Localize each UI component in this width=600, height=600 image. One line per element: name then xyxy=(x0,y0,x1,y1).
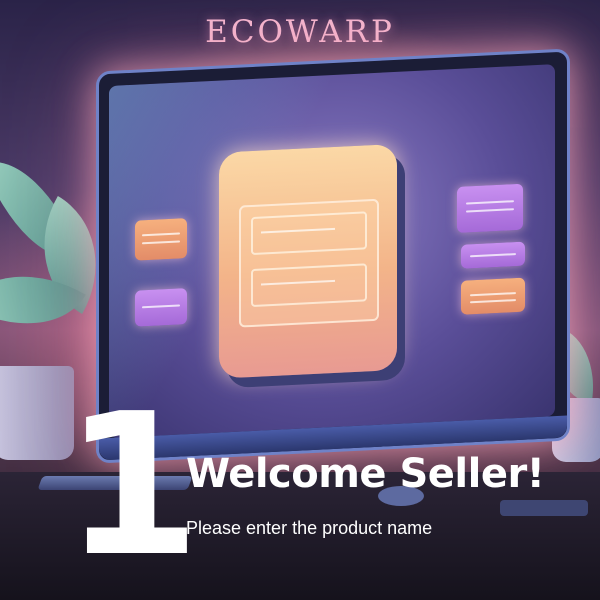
desk-pad xyxy=(500,500,588,516)
app-window-illustration xyxy=(219,143,397,379)
form-panel xyxy=(239,198,379,328)
brand-logo-text: ECOWARP xyxy=(205,14,395,50)
form-field xyxy=(251,211,367,256)
screen-card xyxy=(135,288,187,327)
screen-card xyxy=(461,241,525,269)
plant-pot xyxy=(0,366,74,460)
step-number: 1 xyxy=(64,372,201,600)
screen-card xyxy=(461,277,525,315)
illustration-scene: ECOWARP 1 Welcome Seller! Please enter t… xyxy=(0,0,600,600)
form-field xyxy=(251,263,367,308)
welcome-heading: Welcome Seller! xyxy=(186,451,545,497)
screen-card xyxy=(457,183,523,233)
screen-card xyxy=(135,218,187,261)
product-name-prompt: Please enter the product name xyxy=(186,518,433,538)
